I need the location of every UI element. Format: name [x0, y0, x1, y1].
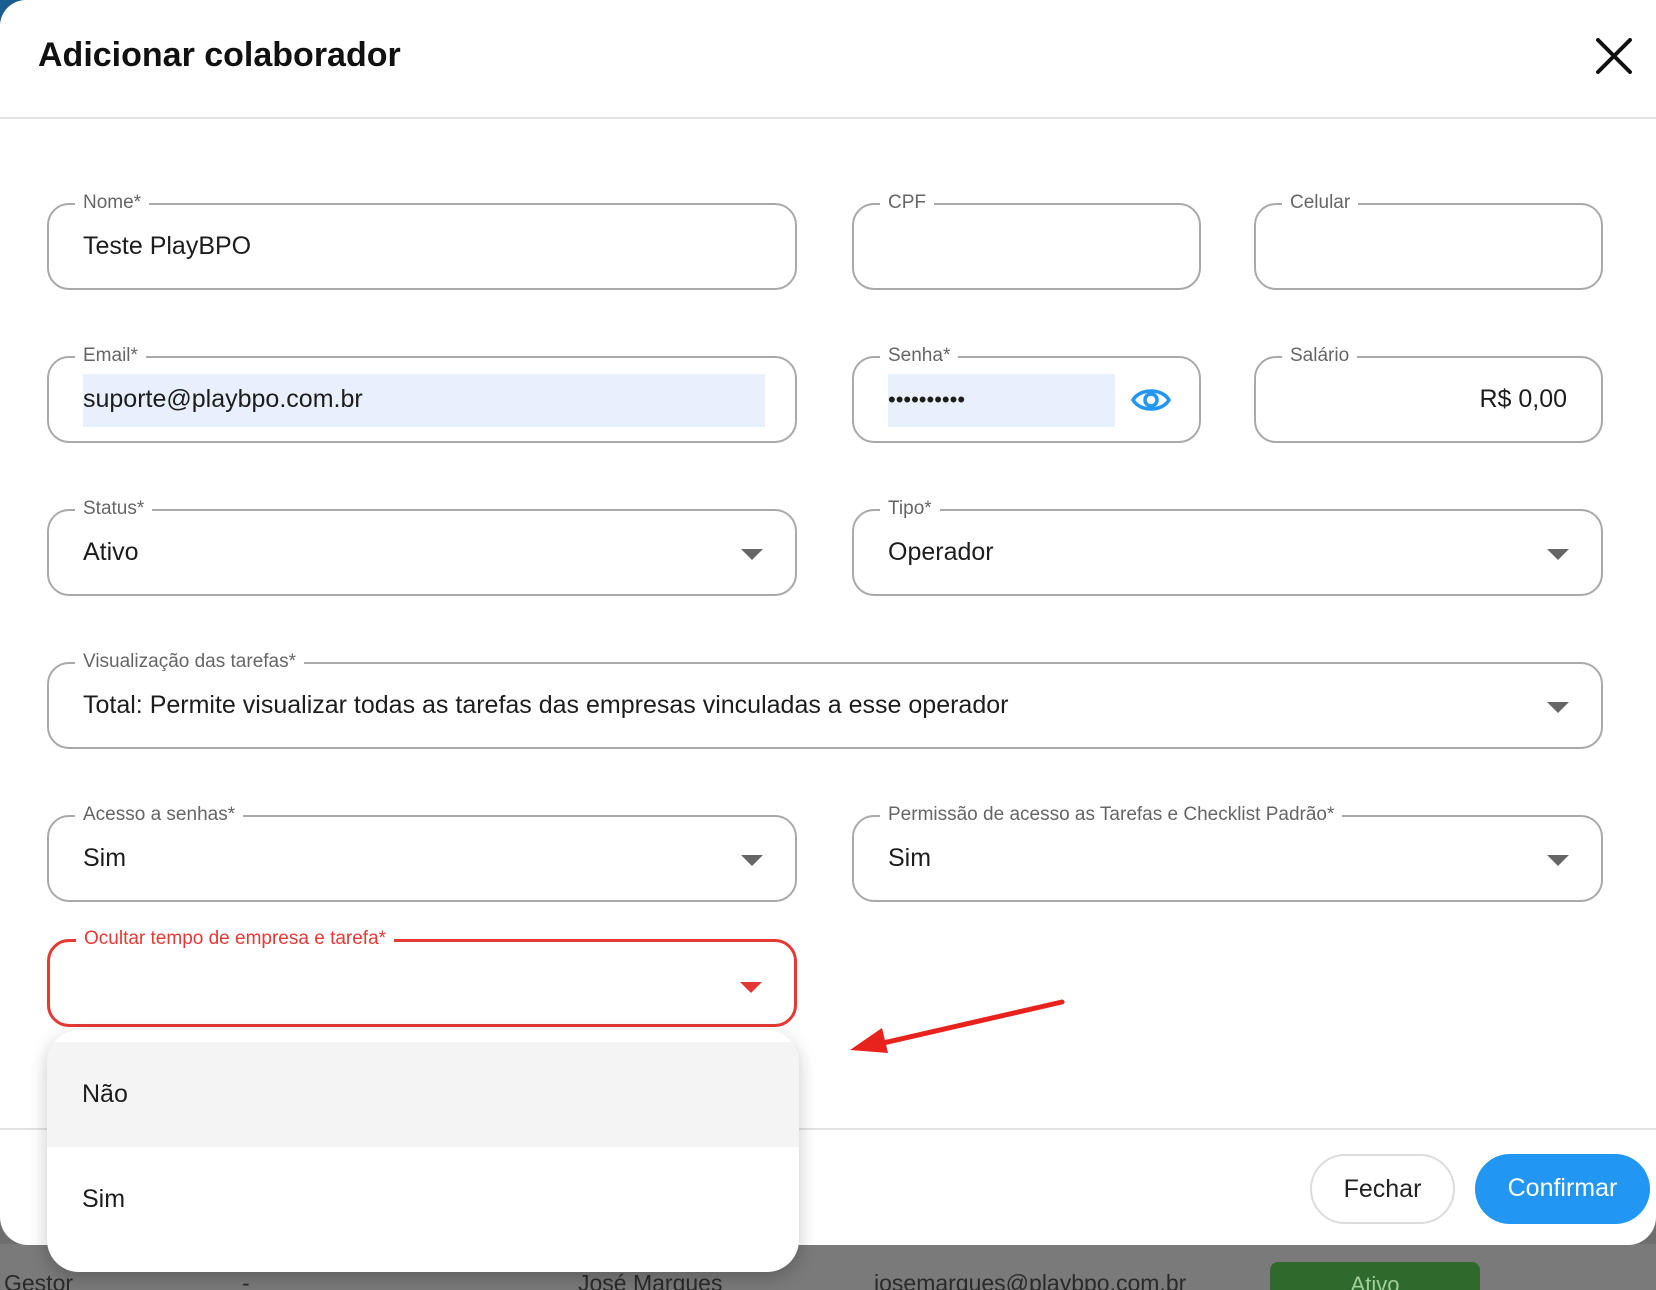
- tipo-select[interactable]: Tipo* Operador: [852, 498, 1603, 596]
- dropdown-option-nao[interactable]: Não: [47, 1042, 799, 1147]
- background-cell-role: Gestor: [4, 1270, 74, 1290]
- chevron-down-icon: [1547, 702, 1569, 713]
- acesso-senhas-value: Sim: [83, 844, 127, 872]
- background-cell-name: José Marques: [578, 1270, 723, 1290]
- close-icon: [1596, 38, 1632, 74]
- nome-field[interactable]: Nome* Teste PlayBPO: [47, 192, 797, 290]
- ocultar-tempo-label: Ocultar tempo de empresa e tarefa*: [76, 928, 395, 950]
- salario-label: Salário: [1282, 345, 1358, 367]
- chevron-down-icon: [741, 549, 763, 560]
- annotation-arrow-icon: [850, 999, 1065, 1053]
- confirmar-button[interactable]: Confirmar: [1475, 1154, 1650, 1224]
- email-field[interactable]: Email* suporte@playbpo.com.br: [47, 345, 797, 443]
- nome-value: Teste PlayBPO: [83, 232, 252, 260]
- background-cell-dash: -: [242, 1270, 250, 1290]
- salario-field[interactable]: Salário R$ 0,00: [1254, 345, 1603, 443]
- chevron-down-icon: [741, 855, 763, 866]
- salario-value: R$ 0,00: [1479, 385, 1567, 413]
- celular-field[interactable]: Celular: [1254, 192, 1603, 290]
- modal-header: Adicionar colaborador: [0, 0, 1656, 119]
- ocultar-tempo-dropdown-menu: Não Sim: [47, 1030, 799, 1272]
- senha-autofill-highlight: ••••••••••: [888, 374, 1115, 427]
- cpf-field[interactable]: CPF: [852, 192, 1201, 290]
- chevron-down-icon: [740, 982, 762, 993]
- chevron-down-icon: [1547, 855, 1569, 866]
- chevron-down-icon: [1547, 549, 1569, 560]
- senha-value: ••••••••••: [888, 387, 966, 412]
- permissao-label: Permissão de acesso as Tarefas e Checkli…: [880, 804, 1343, 826]
- email-label: Email*: [75, 345, 146, 367]
- acesso-senhas-select[interactable]: Acesso a senhas* Sim: [47, 804, 797, 902]
- background-status-badge: Ativo: [1270, 1262, 1480, 1290]
- acesso-senhas-label: Acesso a senhas*: [75, 804, 244, 826]
- fechar-button[interactable]: Fechar: [1310, 1154, 1455, 1224]
- senha-field[interactable]: Senha* ••••••••••: [852, 345, 1201, 443]
- tipo-value: Operador: [888, 538, 994, 566]
- visualizacao-label: Visualização das tarefas*: [75, 651, 304, 673]
- status-value: Ativo: [83, 538, 139, 566]
- senha-label: Senha*: [880, 345, 959, 367]
- email-autofill-highlight: suporte@playbpo.com.br: [83, 374, 765, 427]
- nome-label: Nome*: [75, 192, 150, 214]
- celular-label: Celular: [1282, 192, 1359, 214]
- close-button[interactable]: [1588, 30, 1640, 82]
- email-value: suporte@playbpo.com.br: [83, 385, 363, 413]
- ocultar-tempo-select[interactable]: Ocultar tempo de empresa e tarefa*: [47, 928, 797, 1027]
- tipo-label: Tipo*: [880, 498, 940, 520]
- permissao-value: Sim: [888, 844, 932, 872]
- modal-title: Adicionar colaborador: [38, 36, 401, 74]
- status-label: Status*: [75, 498, 153, 520]
- background-cell-email: josemarques@playbpo.com.br: [874, 1270, 1187, 1290]
- permissao-select[interactable]: Permissão de acesso as Tarefas e Checkli…: [852, 804, 1603, 902]
- eye-icon[interactable]: [1130, 382, 1172, 418]
- dropdown-option-sim[interactable]: Sim: [47, 1147, 799, 1252]
- status-select[interactable]: Status* Ativo: [47, 498, 797, 596]
- cpf-label: CPF: [880, 192, 934, 214]
- visualizacao-select[interactable]: Visualização das tarefas* Total: Permite…: [47, 651, 1603, 749]
- visualizacao-value: Total: Permite visualizar todas as taref…: [83, 691, 1009, 719]
